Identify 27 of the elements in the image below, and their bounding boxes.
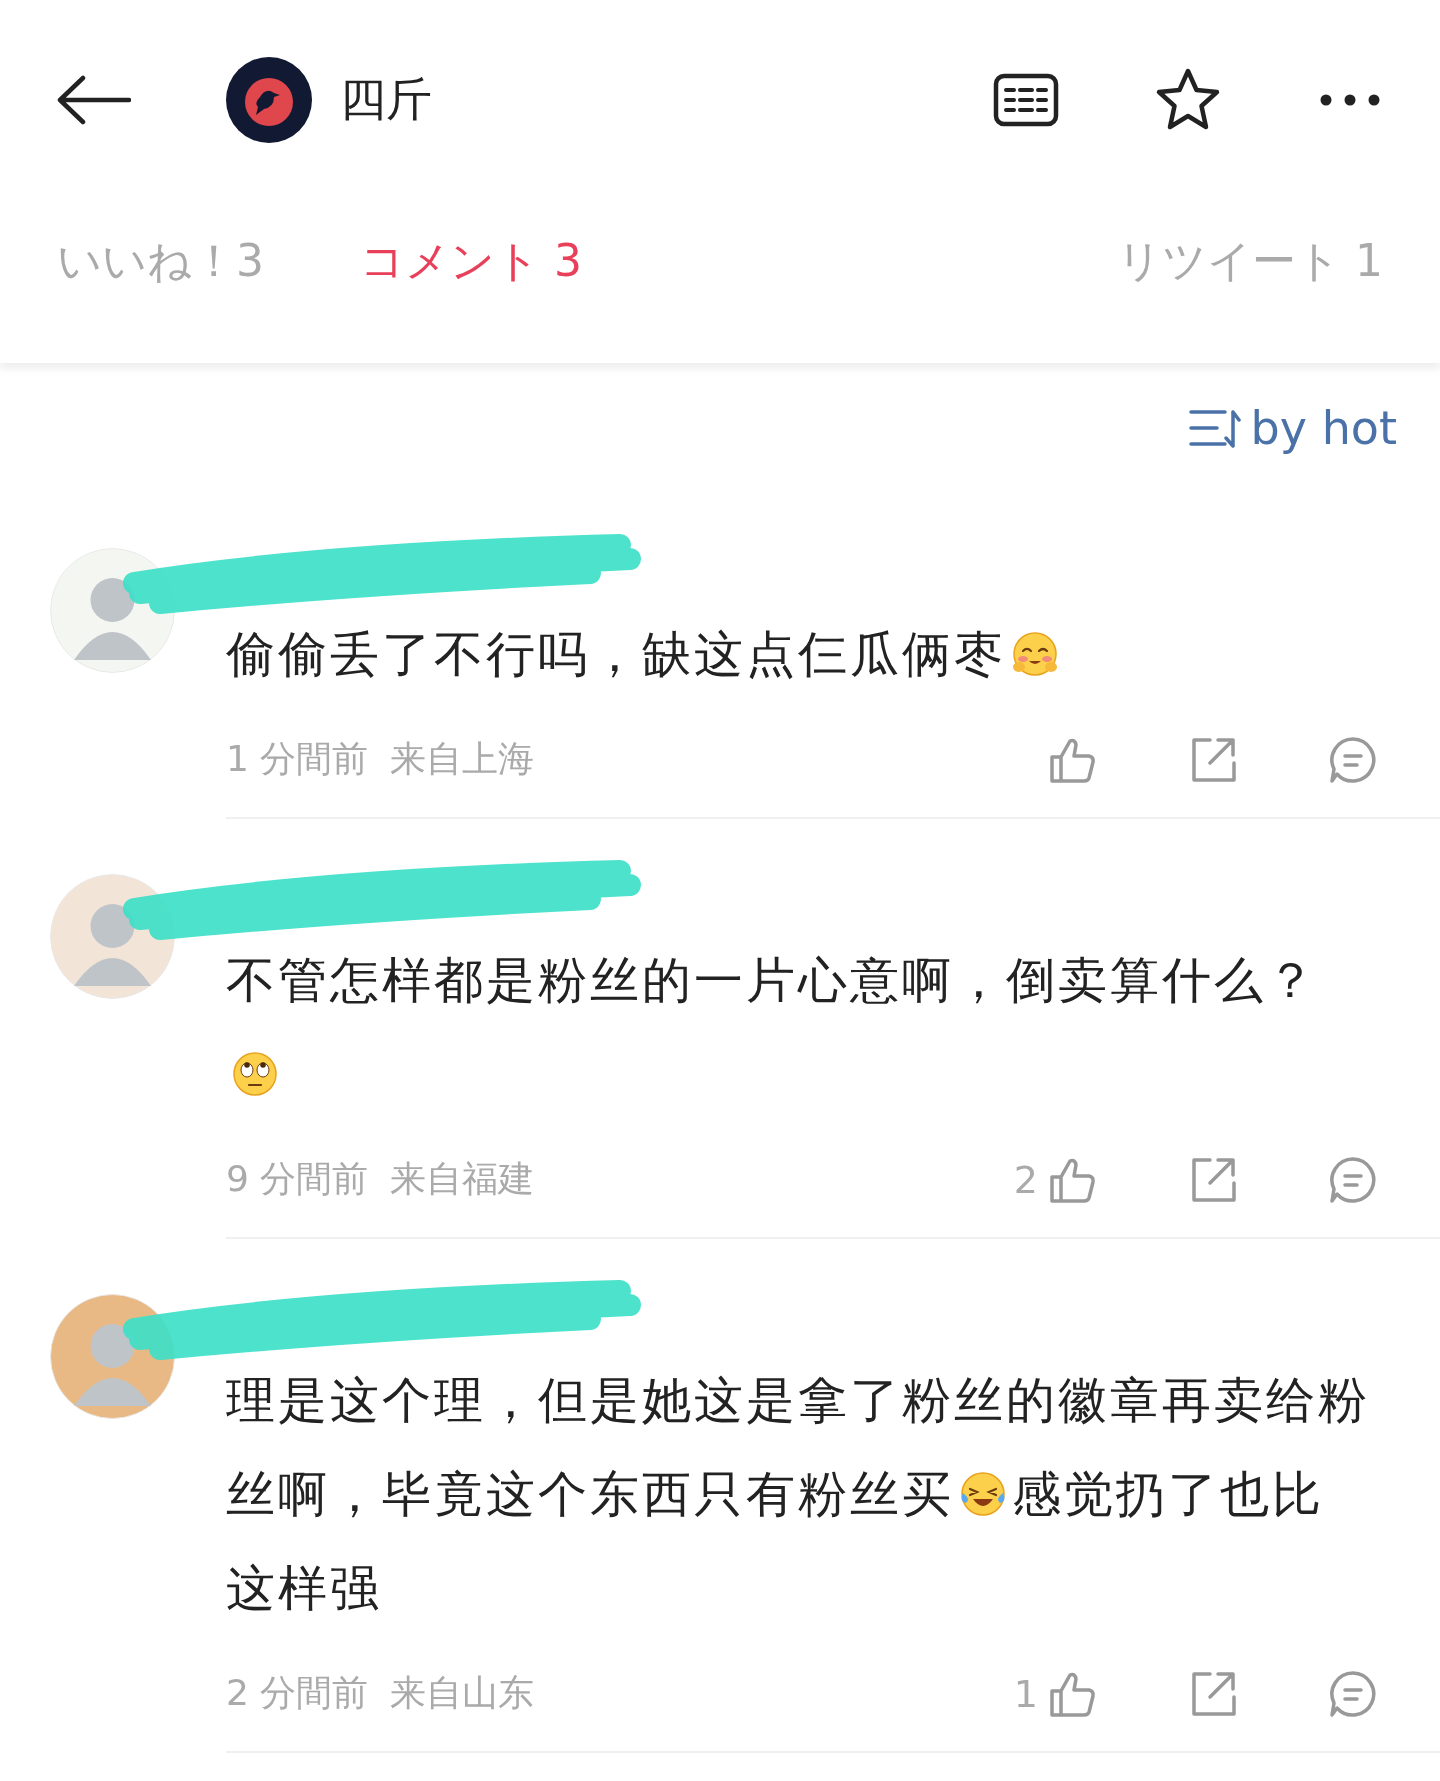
comment-location: 来自山东 — [390, 1671, 536, 1715]
blushing-emoji-icon — [1010, 629, 1060, 679]
comment-text: 不管怎样都是粉丝的一片心意啊，倒卖算什么？ — [226, 951, 1318, 1011]
comment-time: 2 分間前 — [226, 1671, 369, 1715]
comment-text: 丝啊，毕竟这个东西只有粉丝买 — [226, 1465, 954, 1525]
tab[interactable]: リツイート 1 — [1117, 232, 1383, 291]
comment-time: 1 分間前 — [226, 737, 369, 781]
eye-roll-emoji-icon — [230, 1049, 280, 1099]
like-count: 2 — [1013, 1157, 1038, 1202]
tab[interactable]: コメント 3 — [360, 232, 582, 291]
tab[interactable]: いいね！3 — [57, 232, 264, 291]
laughing-tears-emoji-icon — [958, 1469, 1008, 1519]
sort-button[interactable]: by hot — [1188, 401, 1397, 455]
account-name: 四斤 — [340, 71, 433, 128]
comment-location: 来自上海 — [390, 737, 536, 781]
reply-icon[interactable] — [1328, 734, 1378, 785]
reply-icon[interactable] — [1328, 1668, 1378, 1719]
comment-text: 感觉扔了也比 — [1012, 1465, 1324, 1525]
like-count: 1 — [1013, 1671, 1038, 1716]
reply-icon[interactable] — [1328, 1154, 1378, 1205]
comment-text: 理是这个理，但是她这是拿了粉丝的徽章再卖给粉 — [226, 1371, 1370, 1431]
avatar[interactable] — [226, 57, 312, 143]
comment-time: 9 分間前 — [226, 1157, 369, 1201]
comment-location: 来自福建 — [390, 1157, 536, 1201]
comment-text: 这样强 — [226, 1559, 382, 1619]
comment-text: 偷偷丢了不行吗，缺这点仨瓜俩枣 — [226, 625, 1006, 685]
back-icon[interactable] — [57, 75, 131, 125]
